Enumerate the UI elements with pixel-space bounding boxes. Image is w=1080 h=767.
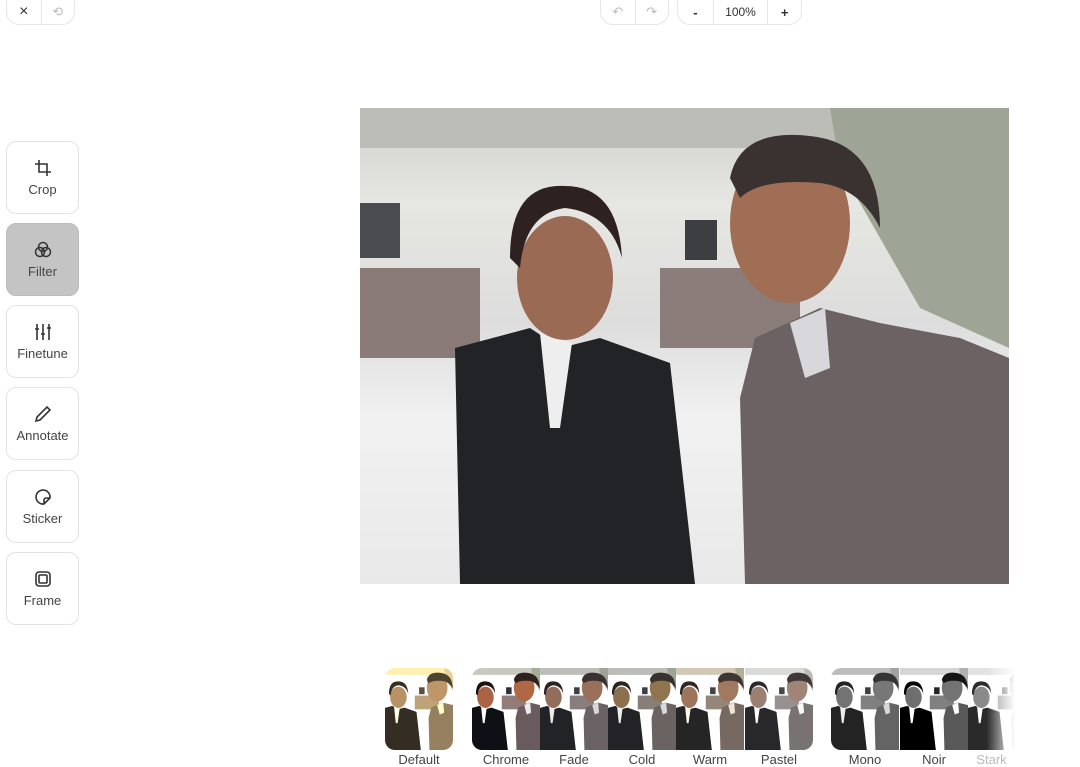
filter-thumb-pastel[interactable] — [745, 668, 813, 750]
tool-frame[interactable]: Frame — [6, 552, 79, 625]
pencil-icon — [34, 405, 51, 423]
filter-label: Chrome — [482, 752, 530, 767]
thumb-image — [472, 668, 540, 750]
tool-sticker[interactable]: Sticker — [6, 470, 79, 543]
crop-icon — [34, 160, 51, 176]
close-button[interactable]: × — [7, 0, 41, 24]
redo-button[interactable]: ↷ — [634, 0, 669, 24]
thumb-image — [831, 668, 899, 750]
tool-label: Filter — [28, 264, 57, 279]
tool-label: Sticker — [22, 511, 63, 526]
thumb-image — [676, 668, 744, 750]
filter-label: Pastel — [760, 752, 798, 767]
top-left-controls: × ⟲ — [6, 0, 75, 25]
tool-label: Crop — [28, 182, 57, 197]
zoom-group: - 100% + — [677, 0, 802, 25]
filter-thumb-warm[interactable] — [676, 668, 744, 750]
filter-thumb-stark[interactable] — [968, 668, 1015, 750]
undo-button[interactable]: ↶ — [601, 0, 635, 24]
tool-label: Frame — [23, 593, 62, 608]
tool-annotate[interactable]: Annotate — [6, 387, 79, 460]
filter-label: Default — [398, 752, 440, 767]
thumb-image — [608, 668, 676, 750]
frame-icon — [34, 571, 51, 587]
zoom-in-button[interactable]: + — [767, 0, 801, 24]
thumb-image — [968, 668, 1015, 750]
tool-filter[interactable]: Filter — [6, 223, 79, 296]
filter-thumb-fade[interactable] — [540, 668, 608, 750]
tool-label: Finetune — [17, 346, 68, 361]
filter-label: Fade — [559, 752, 589, 767]
thumb-image — [540, 668, 608, 750]
filter-thumb-default[interactable] — [385, 668, 453, 750]
tool-crop[interactable]: Crop — [6, 141, 79, 214]
thumb-image — [745, 668, 813, 750]
filter-thumb-mono[interactable] — [831, 668, 899, 750]
filter-label: Mono — [848, 752, 882, 767]
filter-thumb-chrome[interactable] — [472, 668, 540, 750]
tool-label: Annotate — [16, 428, 69, 443]
sticker-icon — [34, 489, 51, 505]
thumb-image — [900, 668, 968, 750]
filter-thumb-cold[interactable] — [608, 668, 676, 750]
filter-label: Noir — [922, 752, 946, 767]
tool-finetune[interactable]: Finetune — [6, 305, 79, 378]
zoom-out-button[interactable]: - — [678, 0, 713, 24]
filter-label: Warm — [692, 752, 728, 767]
image-canvas[interactable] — [360, 108, 1009, 584]
filter-thumb-noir[interactable] — [900, 668, 968, 750]
filter-label: Cold — [628, 752, 656, 767]
history-button[interactable]: ⟲ — [40, 0, 75, 24]
zoom-level[interactable]: 100% — [712, 0, 768, 24]
undo-redo-group: ↶ ↷ — [600, 0, 669, 25]
sliders-icon — [34, 324, 51, 340]
filter-icon — [34, 241, 51, 258]
thumb-image — [385, 668, 453, 750]
photo-image — [360, 108, 1009, 584]
filter-label: Stark — [976, 752, 1007, 767]
